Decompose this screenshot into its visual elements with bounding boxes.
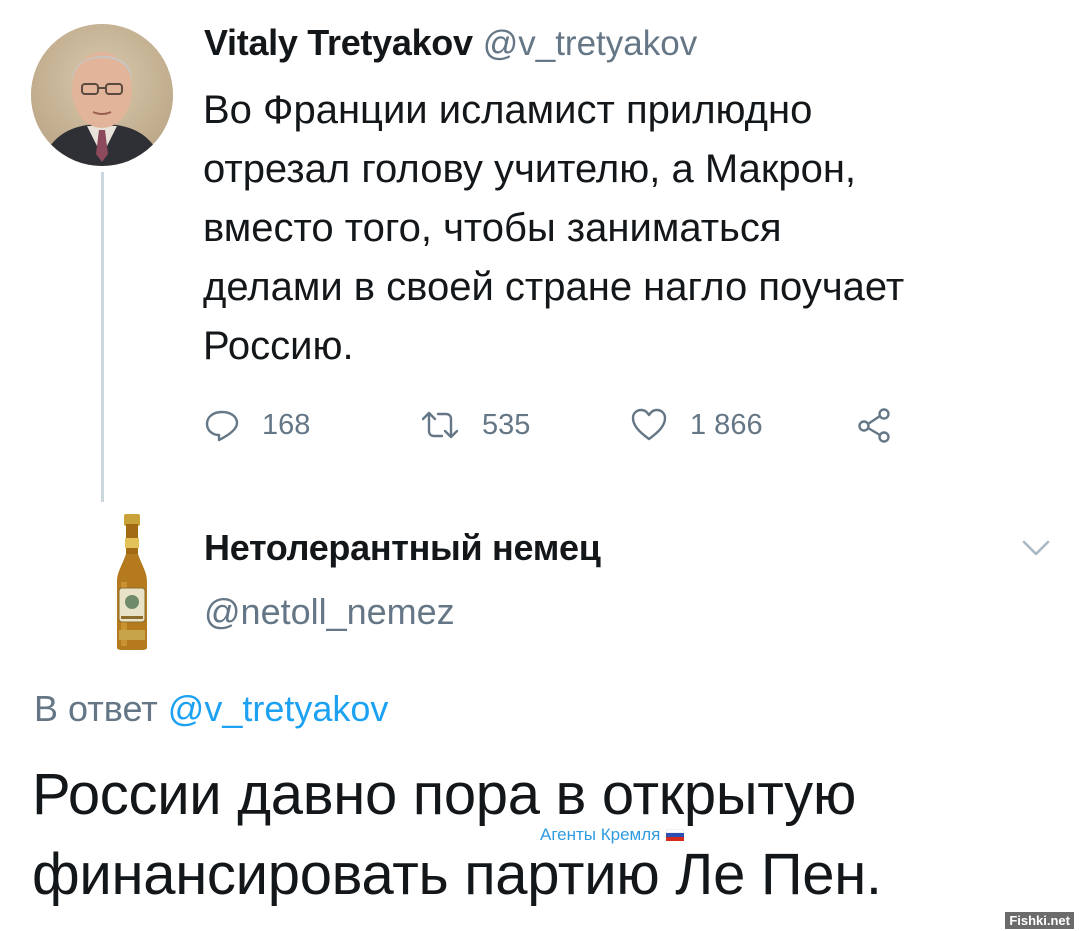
like-button[interactable]: 1 866 (630, 400, 763, 450)
reply-author-handle[interactable]: @netoll_nemez (204, 591, 455, 633)
tweet-actions: 168 535 1 866 (200, 400, 920, 450)
share-button[interactable] (856, 400, 894, 450)
author-display-name[interactable]: Vitaly Tretyakov (204, 22, 473, 63)
reply-text-line: финансировать партию Ле Пен. (32, 842, 882, 907)
reply-text-line: России давно пора в открытую (32, 762, 857, 827)
reply-count: 168 (262, 408, 311, 441)
author-avatar[interactable] (31, 24, 173, 166)
watermark-text: Агенты Кремля (540, 825, 661, 844)
reply-to-prefix: В ответ (34, 688, 158, 729)
retweet-count: 535 (482, 408, 531, 441)
chevron-down-icon[interactable] (1018, 536, 1054, 560)
tweet-author-row: Vitaly Tretyakov @v_tretyakov (204, 22, 697, 70)
original-tweet: Vitaly Tretyakov @v_tretyakov Во Франции … (0, 0, 1080, 502)
reply-to-line: В ответ @v_tretyakov (34, 688, 388, 730)
retweet-button[interactable]: 535 (420, 400, 530, 450)
reply-button[interactable]: 168 (204, 400, 310, 450)
beer-bottle-icon (117, 514, 147, 651)
russian-flag-icon (666, 829, 685, 841)
reply-to-handle-link[interactable]: @v_tretyakov (168, 688, 389, 729)
author-avatar-photo (31, 24, 173, 166)
reply-icon (205, 410, 239, 442)
reply-author-avatar[interactable] (31, 508, 173, 651)
share-icon (858, 408, 890, 443)
tweet-text-line: отрезал голову учителю, а Макрон, (203, 147, 857, 191)
reply-tweet: Нетолерантный немец @netoll_nemez В отве… (0, 500, 1080, 931)
tweet-text-line: делами в своей стране нагло поучает (203, 265, 905, 309)
watermark: Агенты Кремля (540, 825, 685, 845)
tweet-text: Во Франции исламист прилюдно отрезал гол… (203, 81, 1043, 376)
reply-author-display-name[interactable]: Нетолерантный немец (204, 527, 601, 569)
tweet-text-line: вместо того, чтобы заниматься (203, 206, 782, 250)
heart-icon (631, 408, 667, 441)
tweet-text-line: Россию. (203, 324, 354, 368)
retweet-icon (421, 411, 459, 439)
like-count: 1 866 (690, 408, 763, 441)
tweet-text-line: Во Франции исламист прилюдно (203, 88, 813, 132)
site-watermark: Fishki.net (1005, 912, 1074, 929)
thread-connector-line (101, 172, 104, 502)
author-handle[interactable]: @v_tretyakov (483, 24, 698, 63)
